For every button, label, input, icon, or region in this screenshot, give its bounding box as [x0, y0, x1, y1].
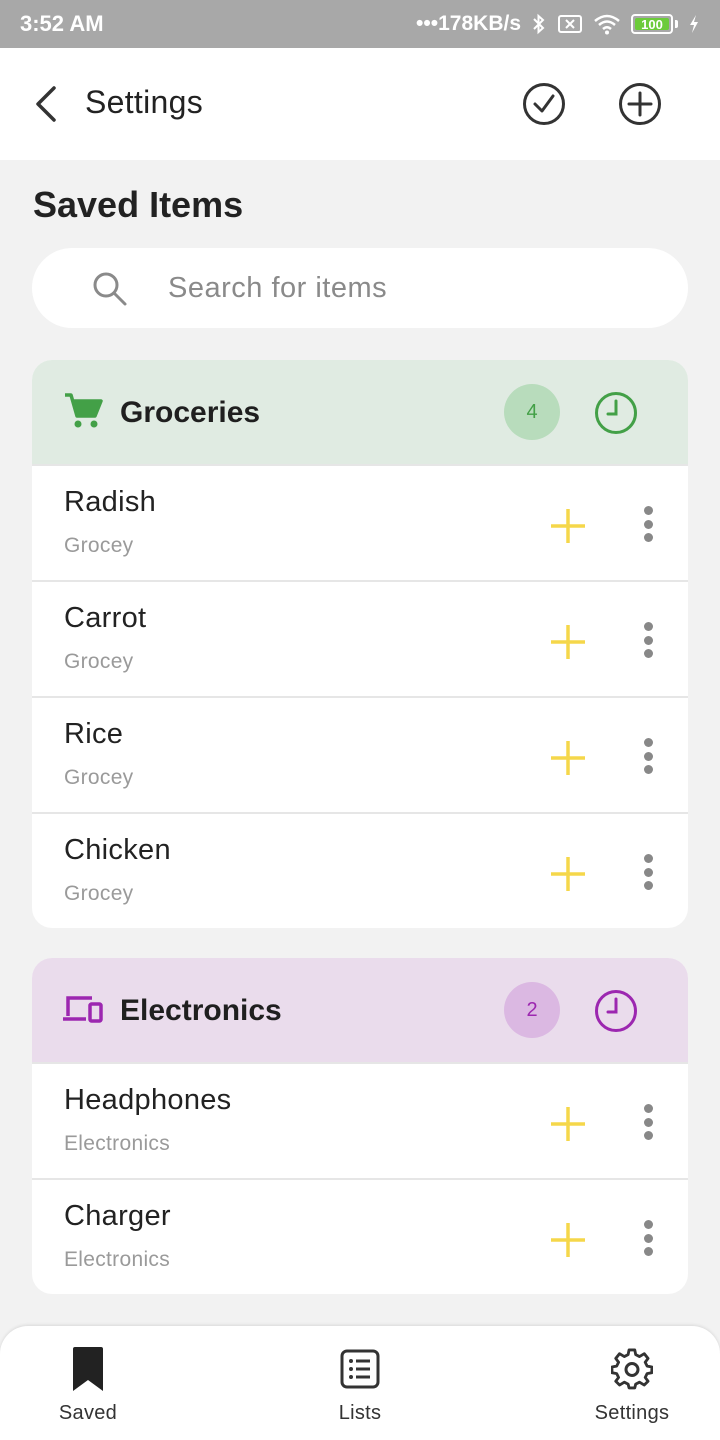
- sim-off-icon: [558, 15, 582, 33]
- charging-icon: [690, 15, 698, 33]
- clock-icon[interactable]: [594, 391, 638, 435]
- plus-icon[interactable]: [548, 738, 588, 778]
- nav-item-settings[interactable]: Settings: [562, 1346, 702, 1425]
- section-title: Saved Items: [33, 184, 244, 225]
- list-item[interactable]: Chicken Grocey: [32, 812, 688, 928]
- add-circle-icon: [619, 83, 661, 125]
- search-icon: [93, 272, 127, 306]
- bottom-navigation: Saved Lists Settings: [0, 1326, 720, 1440]
- more-vert-icon[interactable]: [632, 850, 664, 894]
- nav-item-saved[interactable]: Saved: [18, 1346, 158, 1425]
- network-speed: •••178KB/s: [416, 12, 521, 35]
- nav-label-saved: Saved: [58, 1402, 118, 1424]
- item-name: Radish: [64, 486, 157, 518]
- more-vert-icon[interactable]: [632, 734, 664, 778]
- item-name: Charger: [64, 1200, 171, 1232]
- bookmark-icon: [73, 1347, 103, 1391]
- gear-icon: [611, 1348, 653, 1390]
- item-name: Carrot: [64, 602, 147, 634]
- list-item[interactable]: Carrot Grocey: [32, 580, 688, 696]
- group-name: Groceries: [120, 396, 261, 429]
- group-header-groceries[interactable]: Groceries 4: [32, 360, 688, 464]
- status-time: 3:52 AM: [20, 11, 104, 36]
- plus-icon[interactable]: [548, 622, 588, 662]
- item-count-badge: 2: [504, 982, 560, 1038]
- nav-label-settings: Settings: [594, 1402, 670, 1424]
- search-bar[interactable]: [32, 248, 688, 328]
- status-bar: 3:52 AM •••178KB/s 100: [0, 0, 720, 48]
- network-speed-value: 178KB/s: [438, 12, 521, 35]
- more-vert-icon[interactable]: [632, 1100, 664, 1144]
- clock-icon[interactable]: [594, 989, 638, 1033]
- item-name: Headphones: [64, 1084, 232, 1116]
- check-circle-icon: [523, 83, 565, 125]
- group-card-electronics: Electronics 2 Headphones Electronics Cha…: [32, 958, 688, 1294]
- plus-icon[interactable]: [548, 506, 588, 546]
- nav-item-lists[interactable]: Lists: [290, 1346, 430, 1425]
- group-name: Electronics: [120, 994, 282, 1027]
- list-item[interactable]: Rice Grocey: [32, 696, 688, 812]
- more-vert-icon[interactable]: [632, 618, 664, 662]
- group-card-groceries: Groceries 4 Radish Grocey Carrot Grocey …: [32, 360, 688, 928]
- select-items-button[interactable]: [521, 81, 567, 127]
- item-name: Chicken: [64, 834, 171, 866]
- wifi-icon: [594, 14, 620, 35]
- page-title: Settings: [85, 84, 204, 120]
- group-header-electronics[interactable]: Electronics 2: [32, 958, 688, 1062]
- item-category: Grocey: [64, 650, 134, 673]
- item-category: Electronics: [64, 1132, 171, 1155]
- item-category: Grocey: [64, 882, 134, 905]
- item-category: Grocey: [64, 534, 134, 557]
- list-icon: [340, 1349, 380, 1389]
- app-bar: Settings: [0, 48, 720, 160]
- more-vert-icon[interactable]: [632, 502, 664, 546]
- search-input[interactable]: [168, 268, 648, 308]
- item-category: Electronics: [64, 1248, 171, 1271]
- list-item[interactable]: Radish Grocey: [32, 464, 688, 580]
- item-category: Grocey: [64, 766, 134, 789]
- arrow-back-icon: [36, 86, 56, 122]
- list-item[interactable]: Headphones Electronics: [32, 1062, 688, 1178]
- plus-icon[interactable]: [548, 1220, 588, 1260]
- status-icons: •••178KB/s 100: [416, 12, 700, 36]
- item-count-badge: 4: [504, 384, 560, 440]
- plus-icon[interactable]: [548, 854, 588, 894]
- devices-icon: [62, 988, 104, 1030]
- more-vert-icon[interactable]: [632, 1216, 664, 1260]
- battery-tip: [675, 20, 678, 28]
- shopping-cart-icon: [62, 390, 104, 432]
- plus-icon[interactable]: [548, 1104, 588, 1144]
- bluetooth-icon: [533, 13, 545, 35]
- battery-icon: 100: [631, 14, 673, 34]
- item-name: Rice: [64, 718, 124, 750]
- list-item[interactable]: Charger Electronics: [32, 1178, 688, 1294]
- nav-label-lists: Lists: [338, 1402, 382, 1424]
- back-button[interactable]: [26, 84, 66, 124]
- battery-level: 100: [641, 16, 663, 32]
- add-item-button[interactable]: [617, 81, 663, 127]
